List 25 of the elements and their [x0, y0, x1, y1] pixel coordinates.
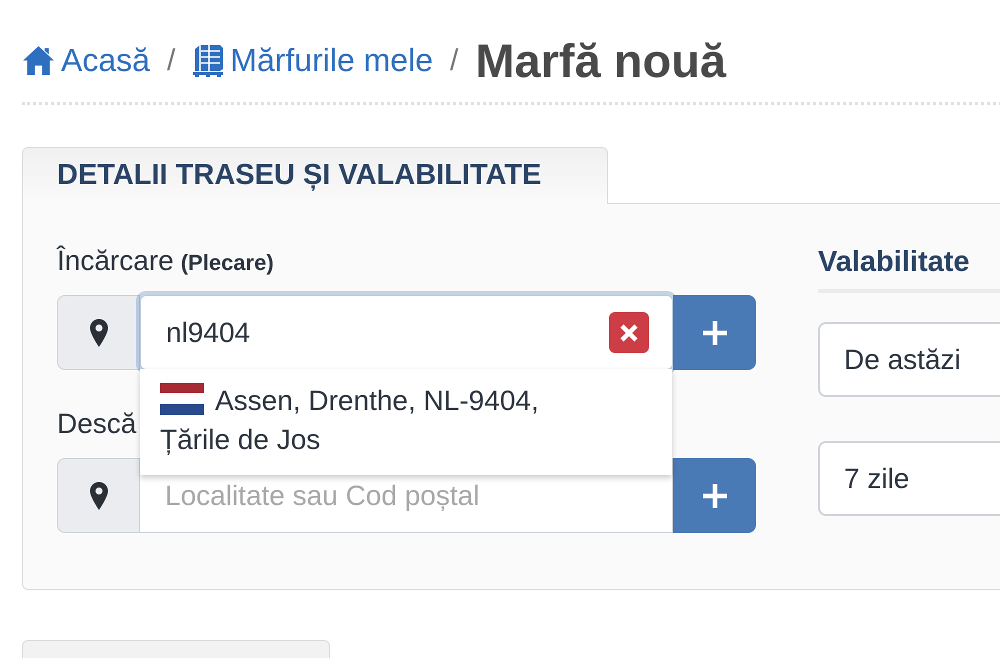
- field-label: Încărcare: [57, 245, 174, 277]
- map-pin-icon: [90, 318, 108, 346]
- field-note: (Plecare): [180, 249, 274, 277]
- field-label: Descă: [57, 408, 136, 440]
- location-input[interactable]: nl9404: [140, 295, 673, 370]
- breadcrumb-separator: /: [450, 42, 458, 78]
- add-button[interactable]: [673, 458, 756, 533]
- plus-icon: [700, 318, 728, 346]
- boxes-on-pallet-icon: [192, 43, 224, 77]
- validity-heading: Valabilitate: [818, 245, 1000, 293]
- close-icon: [619, 322, 639, 342]
- home-icon: [22, 44, 55, 76]
- add-button[interactable]: [673, 295, 756, 370]
- map-pin-icon: [90, 482, 108, 510]
- flag-icon: [160, 383, 204, 415]
- validity-select[interactable]: 7 zile: [818, 441, 1000, 516]
- page-title: Marfă nouă: [475, 36, 726, 84]
- clear-button[interactable]: [609, 312, 649, 353]
- breadcrumb-link[interactable]: Mărfurile mele: [192, 36, 433, 84]
- plus-icon: [700, 482, 728, 510]
- panel-tab[interactable]: DETALII TRASEU ȘI VALABILITATE: [22, 147, 608, 204]
- breadcrumb-link[interactable]: Acasă: [22, 36, 150, 84]
- breadcrumb-separator: /: [166, 42, 176, 78]
- suggestion-option[interactable]: Assen, Drenthe, NL-9404, Țările de Jos: [140, 381, 672, 459]
- validity-select[interactable]: De astăzi: [818, 322, 1000, 397]
